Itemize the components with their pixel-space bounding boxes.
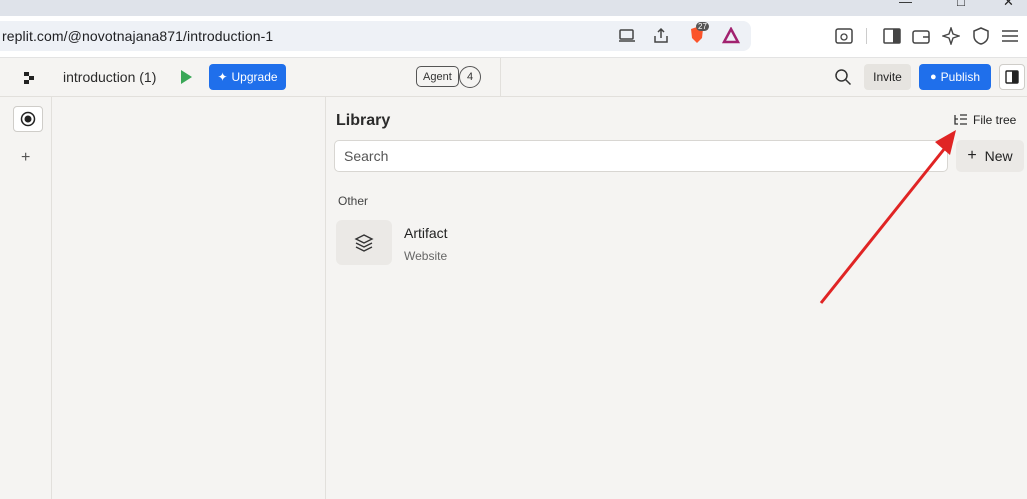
empty-panel	[52, 97, 326, 499]
library-search[interactable]	[334, 140, 948, 172]
menu-icon[interactable]	[1000, 26, 1020, 46]
brave-rewards-icon[interactable]	[721, 26, 741, 46]
run-icon[interactable]	[181, 70, 192, 84]
file-tree-label: File tree	[973, 113, 1017, 127]
plus-icon: +	[967, 147, 977, 164]
section-label: Other	[338, 194, 369, 208]
vpn-icon[interactable]	[971, 26, 991, 46]
library-search-input[interactable]	[335, 141, 947, 171]
agent-tab[interactable]: Agent	[416, 66, 459, 87]
new-button[interactable]: + New	[956, 140, 1024, 172]
agent-count-badge[interactable]: 4	[459, 66, 481, 88]
minimize-icon[interactable]: —	[899, 0, 912, 9]
publish-button[interactable]: ● Publish	[919, 64, 991, 90]
workspace-header: introduction (1) ✦ Upgrade Agent 4 Invit…	[0, 58, 1027, 97]
search-icon[interactable]	[834, 68, 852, 86]
sparkle-icon: ✦	[217, 70, 228, 84]
file-tree-icon	[954, 114, 967, 125]
brave-shield-icon[interactable]: 27	[687, 22, 709, 45]
split-panel-icon	[1005, 70, 1019, 84]
tab-search-icon[interactable]	[834, 26, 854, 46]
wallet-icon[interactable]	[911, 26, 931, 46]
upgrade-button[interactable]: ✦ Upgrade	[209, 64, 286, 90]
artifact-icon[interactable]	[336, 220, 392, 265]
leo-ai-icon[interactable]	[941, 26, 961, 46]
project-name[interactable]: introduction (1)	[63, 69, 156, 85]
upgrade-label: Upgrade	[231, 70, 278, 84]
browser-titlebar: — □ ✕	[0, 0, 1027, 16]
share-icon[interactable]	[651, 26, 671, 46]
sidebar-icon[interactable]	[882, 26, 902, 46]
shield-count-badge: 27	[696, 22, 709, 31]
file-tree-button[interactable]: File tree	[954, 113, 1016, 127]
layers-icon	[354, 233, 374, 252]
library-title: Library	[336, 112, 391, 129]
close-icon[interactable]: ✕	[1003, 0, 1014, 10]
artifact-type: Website	[404, 249, 448, 263]
header-divider	[500, 58, 501, 97]
invite-button[interactable]: Invite	[864, 64, 911, 90]
address-bar[interactable]: replit.com/@novotnajana871/introduction-…	[0, 21, 751, 51]
url-text[interactable]: replit.com/@novotnajana871/introduction-…	[2, 28, 273, 44]
left-rail: +	[0, 97, 52, 499]
toolbar-divider	[866, 28, 867, 44]
maximize-icon[interactable]: □	[957, 0, 965, 9]
panel-toggle-button[interactable]	[999, 64, 1025, 90]
browser-toolbar: replit.com/@novotnajana871/introduction-…	[0, 16, 1027, 58]
rail-active-tool[interactable]	[13, 106, 43, 132]
add-tool-icon[interactable]: +	[21, 149, 30, 167]
publish-label: Publish	[940, 70, 980, 84]
record-icon	[20, 111, 36, 127]
artifact-name[interactable]: Artifact	[404, 225, 448, 241]
new-label: New	[984, 148, 1013, 164]
replit-logo-icon[interactable]	[22, 71, 36, 90]
globe-icon: ●	[929, 71, 937, 83]
install-app-icon[interactable]	[617, 26, 637, 46]
